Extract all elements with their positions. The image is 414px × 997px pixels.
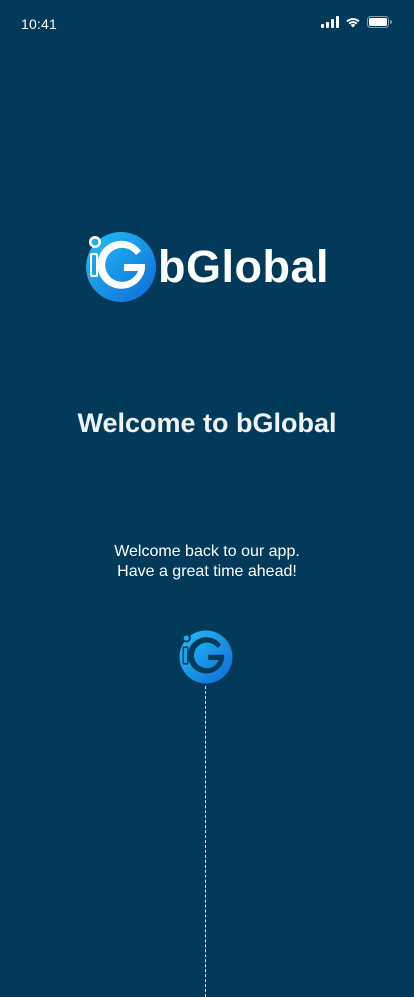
status-bar: 10:41 (0, 0, 414, 48)
signal-icon (321, 16, 339, 28)
battery-icon (367, 16, 392, 28)
status-time: 10:41 (21, 16, 58, 32)
welcome-title: Welcome to bGlobal (77, 408, 337, 438)
dashed-connector-line (205, 686, 206, 997)
welcome-subtitle-line1: Welcome back to our app. (114, 543, 300, 560)
status-icons (321, 16, 392, 28)
welcome-subtitle: Welcome back to our app. Have a great ti… (0, 542, 414, 582)
welcome-subtitle-line2: Have a great time ahead! (117, 563, 297, 580)
wifi-icon (346, 18, 360, 28)
logo-wordmark: bGlobal (158, 241, 329, 292)
logo-mark-icon (86, 232, 156, 302)
small-logo-icon (179, 630, 233, 684)
app-logo: bGlobal (84, 231, 334, 303)
